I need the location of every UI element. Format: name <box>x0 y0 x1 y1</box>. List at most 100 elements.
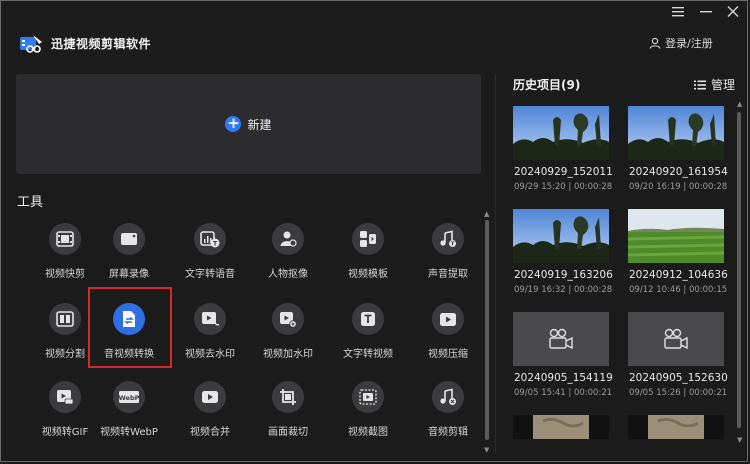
ground-thumbnail <box>513 415 609 439</box>
history-item[interactable]: 20240929_152011 09/29 15:20 | 00:00:28 <box>513 106 613 208</box>
tool-label: 视频模板 <box>348 269 388 280</box>
tool-label: 视频截图 <box>348 427 388 438</box>
tool-av-convert[interactable]: 音视频转换 <box>89 303 169 379</box>
history-item[interactable]: 20240905_154119 09/05 15:41 | 00:00:21 <box>513 312 613 414</box>
tool-label: 音频剪辑 <box>428 427 468 438</box>
tool-label: 屏幕录像 <box>109 269 149 280</box>
scroll-down-icon[interactable]: ▼ <box>737 436 742 444</box>
svg-text:WebP: WebP <box>119 394 140 402</box>
minimize-icon[interactable] <box>697 6 715 22</box>
scroll-thumb[interactable] <box>737 112 741 428</box>
tool-label: 视频压缩 <box>428 349 468 360</box>
history-item[interactable]: 20240905_152630 09/05 15:26 | 00:00:21 <box>628 312 728 414</box>
tool-label: 声音提取 <box>428 269 468 280</box>
tool-audio-extract[interactable]: T 声音提取 <box>408 223 488 299</box>
tool-label: 文字转视频 <box>343 349 393 360</box>
sky-thumbnail <box>513 106 609 160</box>
history-item-meta: 09/12 10:46 | 00:00:15 <box>629 285 728 295</box>
history-item-name: 20240912_104636 <box>629 269 728 281</box>
webp-icon: WebP <box>113 381 145 413</box>
history-item-meta: 09/05 15:26 | 00:00:21 <box>629 388 728 398</box>
list-icon <box>694 80 706 89</box>
new-project-button[interactable]: + 新建 <box>16 74 481 174</box>
history-title: 历史项目(9) <box>513 78 581 92</box>
app-logo-icon <box>20 35 42 53</box>
ground-thumbnail <box>628 415 724 439</box>
title-bar: 迅捷视频剪辑软件 登录/注册 <box>0 0 750 74</box>
tool-label: 画面裁切 <box>268 427 308 438</box>
close-icon[interactable] <box>724 6 742 22</box>
history-item-meta: 09/20 16:19 | 00:00:28 <box>629 182 728 192</box>
history-item-name: 20240905_154119 <box>514 372 613 384</box>
user-icon <box>649 37 661 49</box>
remove-watermark-icon <box>194 303 226 335</box>
video-camera-icon <box>664 328 688 350</box>
history-item-name: 20240919_163206 <box>514 269 613 281</box>
history-item[interactable]: 20240912_104636 09/12 10:46 | 00:00:15 <box>628 209 728 311</box>
template-icon <box>352 223 384 255</box>
video-camera-icon <box>549 328 573 350</box>
history-scrollbar[interactable]: ▲ ▼ <box>737 100 742 445</box>
film-icon <box>49 223 81 255</box>
tool-label: 人物抠像 <box>268 269 308 280</box>
history-item[interactable] <box>628 415 724 439</box>
gif-icon <box>49 381 81 413</box>
screenshot-icon <box>352 381 384 413</box>
history-item-meta: 09/29 15:20 | 00:00:28 <box>514 182 613 192</box>
login-label: 登录/注册 <box>665 37 713 50</box>
panel-divider <box>495 74 496 454</box>
audio-edit-icon <box>432 381 464 413</box>
tool-label: 音视频转换 <box>104 349 154 360</box>
tool-video-screenshot[interactable]: 视频截图 <box>328 381 408 457</box>
tool-person-cutout[interactable]: 人物抠像 <box>248 223 328 299</box>
tool-video-template[interactable]: 视频模板 <box>328 223 408 299</box>
scroll-down-icon[interactable]: ▼ <box>484 446 489 454</box>
app-title: 迅捷视频剪辑软件 <box>51 37 152 51</box>
tool-video-merge[interactable]: 视频合并 <box>170 381 250 457</box>
person-cutout-icon <box>272 223 304 255</box>
history-item-name: 20240920_161954 <box>629 166 728 178</box>
tool-video-to-webp[interactable]: WebP 视频转WebP <box>89 381 169 457</box>
tools-section-title: 工具 <box>17 195 44 210</box>
history-item-name: 20240905_152630 <box>629 372 728 384</box>
plus-icon: + <box>225 114 242 132</box>
history-item[interactable] <box>513 415 609 439</box>
history-item-meta: 09/19 16:32 | 00:00:28 <box>514 285 613 295</box>
tool-label: 视频转WebP <box>100 427 158 438</box>
merge-icon <box>194 381 226 413</box>
manage-button[interactable]: 管理 <box>694 76 735 93</box>
sky-thumbnail <box>513 209 609 263</box>
tool-text-to-video[interactable]: 文字转视频 <box>328 303 408 379</box>
add-watermark-icon <box>272 303 304 335</box>
history-item[interactable]: 20240920_161954 09/20 16:19 | 00:00:28 <box>628 106 728 208</box>
convert-icon <box>113 303 145 335</box>
sky-thumbnail <box>628 106 724 160</box>
tool-audio-edit[interactable]: 音频剪辑 <box>408 381 488 457</box>
crop-icon <box>272 381 304 413</box>
login-button[interactable]: 登录/注册 <box>649 35 713 51</box>
history-item-meta: 09/05 15:41 | 00:00:21 <box>514 388 613 398</box>
scroll-thumb[interactable] <box>485 220 489 440</box>
tool-video-compress[interactable]: 视频压缩 <box>408 303 488 379</box>
tool-remove-watermark[interactable]: 视频去水印 <box>170 303 250 379</box>
history-item[interactable]: 20240919_163206 09/19 16:32 | 00:00:28 <box>513 209 613 311</box>
scroll-up-icon[interactable]: ▲ <box>737 100 742 108</box>
tool-add-watermark[interactable]: 视频加水印 <box>248 303 328 379</box>
scroll-up-icon[interactable]: ▲ <box>484 210 489 218</box>
tool-text-to-speech[interactable]: T 文字转语音 <box>170 223 250 299</box>
tool-screen-record[interactable]: 屏幕录像 <box>89 223 169 299</box>
tools-scrollbar[interactable]: ▲ ▼ <box>484 210 489 455</box>
screen-record-icon <box>113 223 145 255</box>
compress-icon <box>432 303 464 335</box>
hamburger-icon[interactable] <box>669 6 687 22</box>
tool-crop[interactable]: 画面裁切 <box>248 381 328 457</box>
tool-label: 视频加水印 <box>263 349 313 360</box>
music-extract-icon: T <box>432 223 464 255</box>
new-project-label: 新建 <box>247 117 272 132</box>
text-to-speech-icon: T <box>194 223 226 255</box>
split-icon <box>49 303 81 335</box>
history-item-name: 20240929_152011 <box>514 166 613 178</box>
text-to-video-icon <box>352 303 384 335</box>
camera-thumbnail <box>628 312 724 366</box>
field-thumbnail <box>628 209 724 263</box>
